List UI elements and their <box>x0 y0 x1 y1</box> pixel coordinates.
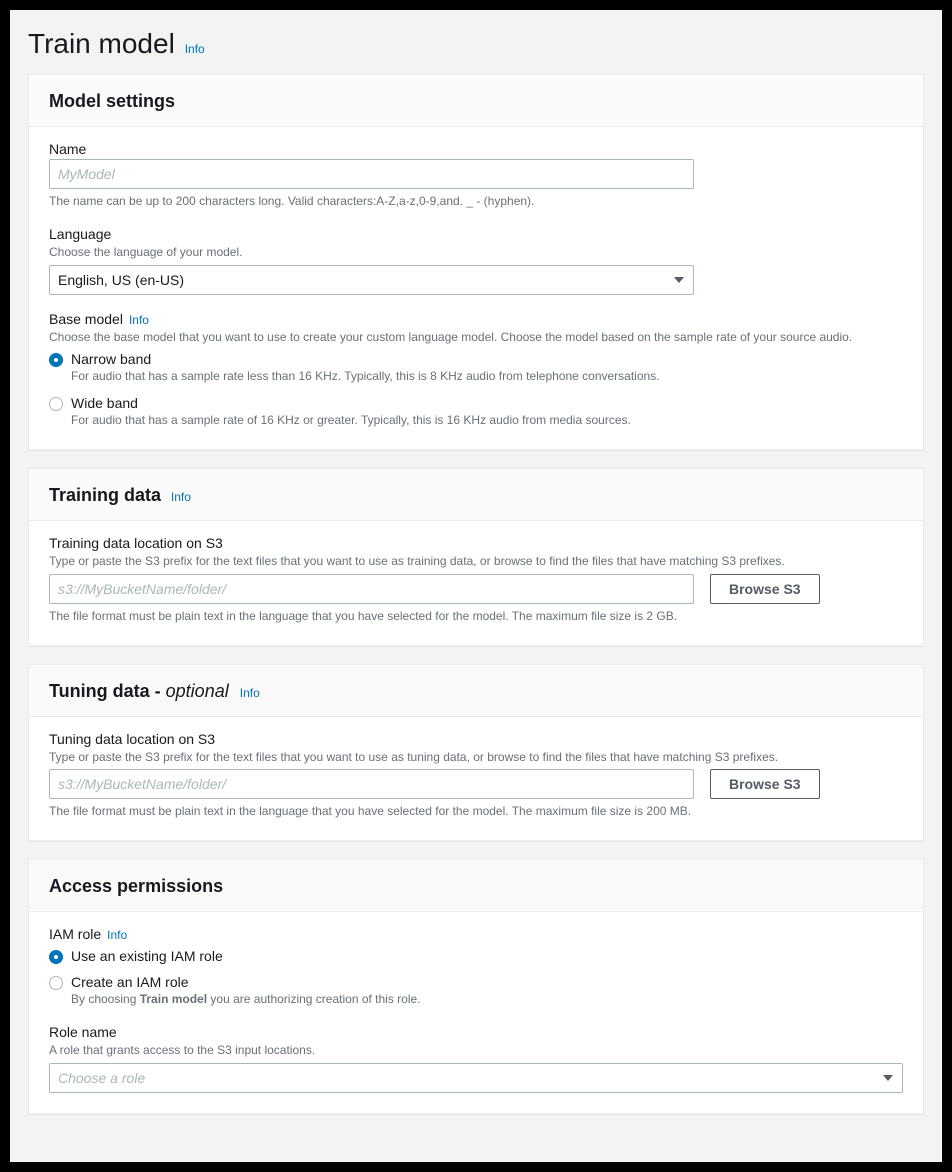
field-language: Language Choose the language of your mod… <box>49 226 903 295</box>
panel-model-settings: Model settings Name The name can be up t… <box>28 74 924 450</box>
tuning-location-label: Tuning data location on S3 <box>49 731 903 747</box>
field-role-name: Role name A role that grants access to t… <box>49 1024 903 1093</box>
radio-use-existing-iam-role[interactable]: Use an existing IAM role <box>49 948 903 964</box>
tuning-location-input[interactable] <box>49 769 694 799</box>
page-title: Train model <box>28 28 175 59</box>
radio-label: Narrow band <box>71 351 903 367</box>
training-browse-s3-button[interactable]: Browse S3 <box>710 574 820 604</box>
iam-role-label: IAM role <box>49 926 101 942</box>
iam-role-radio-group: Use an existing IAM role Create an IAM r… <box>49 948 903 1008</box>
name-label: Name <box>49 141 903 157</box>
training-data-info-link[interactable]: Info <box>171 490 191 504</box>
iam-role-info-link[interactable]: Info <box>107 928 127 942</box>
radio-icon <box>49 976 63 990</box>
language-select[interactable]: English, US (en-US) <box>49 265 694 295</box>
radio-icon <box>49 353 63 367</box>
radio-desc: By choosing Train model you are authoriz… <box>71 991 903 1008</box>
training-location-input[interactable] <box>49 574 694 604</box>
radio-narrow-band[interactable]: Narrow band For audio that has a sample … <box>49 351 903 385</box>
base-model-description: Choose the base model that you want to u… <box>49 329 903 346</box>
panel-title-access-permissions: Access permissions <box>49 876 223 896</box>
tuning-location-hint: The file format must be plain text in th… <box>49 803 903 820</box>
panel-body-tuning-data: Tuning data location on S3 Type or paste… <box>29 717 923 841</box>
role-name-description: A role that grants access to the S3 inpu… <box>49 1042 903 1059</box>
role-name-select[interactable]: Choose a role <box>49 1063 903 1093</box>
training-location-hint: The file format must be plain text in th… <box>49 608 903 625</box>
radio-create-iam-role[interactable]: Create an IAM role By choosing Train mod… <box>49 974 903 1008</box>
role-name-label: Role name <box>49 1024 903 1040</box>
base-model-info-link[interactable]: Info <box>129 313 149 327</box>
panel-header-model-settings: Model settings <box>29 75 923 127</box>
base-model-radio-group: Narrow band For audio that has a sample … <box>49 351 903 429</box>
panel-header-access-permissions: Access permissions <box>29 860 923 912</box>
panel-title-tuning-data: Tuning data - optional <box>49 681 234 701</box>
radio-icon <box>49 950 63 964</box>
page-info-link[interactable]: Info <box>185 42 205 56</box>
page-container: Train model Info Model settings Name The… <box>10 10 942 1162</box>
radio-wide-band[interactable]: Wide band For audio that has a sample ra… <box>49 395 903 429</box>
radio-desc: For audio that has a sample rate of 16 K… <box>71 412 903 429</box>
field-tuning-location: Tuning data location on S3 Type or paste… <box>49 731 903 821</box>
panel-body-model-settings: Name The name can be up to 200 character… <box>29 127 923 449</box>
field-name: Name The name can be up to 200 character… <box>49 141 903 210</box>
panel-body-access-permissions: IAM role Info Use an existing IAM role C… <box>29 912 923 1113</box>
radio-label: Create an IAM role <box>71 974 903 990</box>
language-description: Choose the language of your model. <box>49 244 903 261</box>
panel-training-data: Training data Info Training data locatio… <box>28 468 924 646</box>
language-select-wrap: English, US (en-US) <box>49 265 694 295</box>
radio-icon <box>49 397 63 411</box>
name-hint: The name can be up to 200 characters lon… <box>49 193 903 210</box>
training-location-label: Training data location on S3 <box>49 535 903 551</box>
page-header: Train model Info <box>10 28 942 74</box>
tuning-location-description: Type or paste the S3 prefix for the text… <box>49 749 903 766</box>
panel-body-training-data: Training data location on S3 Type or pas… <box>29 521 923 645</box>
tuning-title-text: Tuning data - <box>49 681 166 701</box>
panel-header-training-data: Training data Info <box>29 469 923 521</box>
tuning-browse-s3-button[interactable]: Browse S3 <box>710 769 820 799</box>
role-name-select-wrap: Choose a role <box>49 1063 903 1093</box>
panel-access-permissions: Access permissions IAM role Info Use an … <box>28 859 924 1114</box>
panel-tuning-data: Tuning data - optional Info Tuning data … <box>28 664 924 842</box>
panel-header-tuning-data: Tuning data - optional Info <box>29 665 923 717</box>
training-location-description: Type or paste the S3 prefix for the text… <box>49 553 903 570</box>
radio-label: Use an existing IAM role <box>71 948 903 964</box>
base-model-label: Base model <box>49 311 123 327</box>
language-label: Language <box>49 226 903 242</box>
tuning-optional-text: optional <box>166 681 229 701</box>
field-iam-role: IAM role Info Use an existing IAM role C… <box>49 926 903 1008</box>
name-input[interactable] <box>49 159 694 189</box>
field-base-model: Base model Info Choose the base model th… <box>49 311 903 429</box>
tuning-data-info-link[interactable]: Info <box>240 686 260 700</box>
panel-title-model-settings: Model settings <box>49 91 175 111</box>
radio-label: Wide band <box>71 395 903 411</box>
field-training-location: Training data location on S3 Type or pas… <box>49 535 903 625</box>
panel-title-training-data: Training data <box>49 485 161 505</box>
radio-desc: For audio that has a sample rate less th… <box>71 368 903 385</box>
